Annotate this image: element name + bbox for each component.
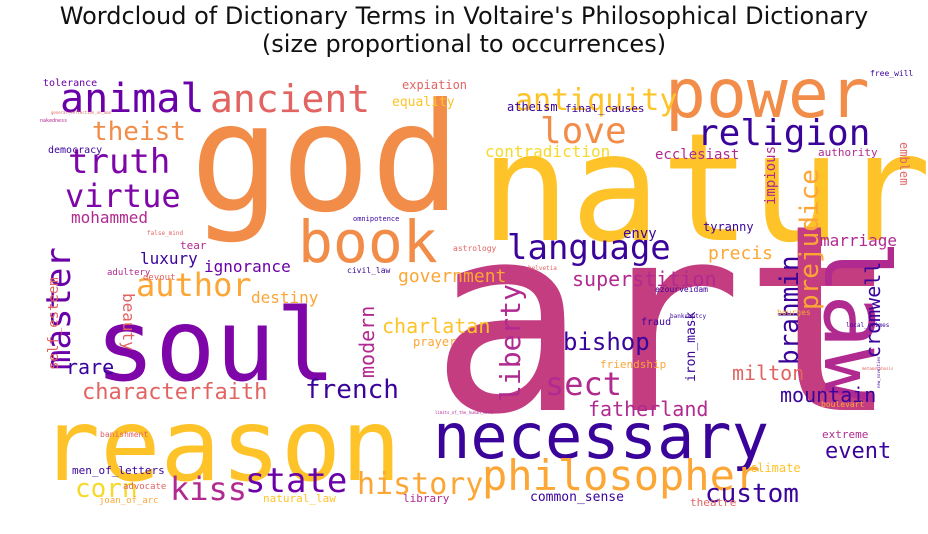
word-prayer: prayer — [413, 335, 456, 349]
word-climate: climate — [750, 461, 801, 475]
word-ignorance: ignorance — [204, 257, 291, 276]
word-men-of-letters: men_of_letters — [72, 464, 165, 477]
word-ancient: ancient — [210, 77, 370, 121]
word-theist: theist — [92, 117, 186, 147]
word-event: event — [825, 439, 891, 464]
word-milton: milton — [732, 361, 804, 385]
word-democracy: democracy — [48, 145, 102, 156]
word-authority: authority — [818, 146, 878, 159]
word-government: government — [398, 266, 506, 287]
word-equality: equality — [392, 95, 455, 110]
word-fatherland: fatherland — [588, 397, 708, 421]
word-tear: tear — [180, 239, 207, 252]
word-impious: impious — [763, 146, 779, 205]
word-characterfaith: characterfaith — [82, 380, 267, 405]
word-new-novelties: new_novelties — [876, 356, 881, 388]
word-natural-law: natural_law — [263, 492, 336, 505]
word-beauty: beauty — [119, 293, 138, 351]
word-cromwell: cromwell — [861, 262, 885, 358]
word-atheism: atheism — [507, 100, 558, 114]
word-modern: modern — [355, 306, 379, 378]
word-bourges: bourges — [777, 308, 811, 317]
word-self-esteem: self_esteem — [46, 277, 62, 370]
word-precis: precis — [708, 243, 773, 264]
wordcloud: godnatureartsoulreasonlawnecessarypowerb… — [39, 55, 928, 509]
word-destiny: destiny — [251, 288, 319, 307]
word-omnipotence: omnipotence — [353, 215, 399, 223]
word-metamorphosis: metamorphosis — [862, 366, 894, 371]
word-advocate: advocate — [123, 482, 166, 492]
word-nakedness: nakedness — [40, 118, 67, 124]
word-extreme: extreme — [822, 428, 868, 441]
word-marriage: marriage — [820, 231, 897, 250]
word-final-causes: final_causes — [565, 102, 644, 115]
word-library: library — [403, 492, 450, 505]
word-iron-mask: iron_mask — [684, 311, 699, 382]
word-joan-of-arc: joan_of_arc — [99, 496, 159, 506]
word-contradiction: contradiction — [485, 142, 610, 161]
word-bishop: bishop — [563, 328, 650, 356]
word-tyranny: tyranny — [703, 220, 754, 234]
word-rare: rare — [66, 355, 114, 379]
word-fraud: fraud — [641, 317, 671, 328]
word-false-mind: false_mind — [147, 230, 184, 237]
word-friendship: friendship — [600, 358, 666, 371]
word-helvetia: helvetia — [528, 265, 557, 272]
word-emblem: emblem — [897, 142, 911, 185]
word-common-sense: common_sense — [530, 490, 624, 505]
word-banishment: banishment — [100, 430, 148, 439]
word-bankruptcy: bankruptcy — [670, 313, 707, 320]
word-expiation: expiation — [402, 78, 467, 92]
word-devout: devout — [143, 273, 176, 283]
word-free-will: free_will — [870, 69, 914, 78]
word-civil-law: civil_law — [347, 266, 391, 275]
word-mohammed: mohammed — [71, 208, 148, 227]
word-envy: envy — [623, 226, 657, 242]
word-boulevart: boulevart — [821, 400, 865, 409]
word-ezourveidam: ezourveidam — [655, 285, 708, 294]
word-limits-of-the-human-mind: limits_of_the_human_mind — [435, 410, 493, 415]
word-astrology: astrology — [453, 244, 497, 253]
word-theatre: theatre — [690, 496, 736, 509]
word-tolerance: tolerance — [43, 78, 97, 89]
word-general-reflection-on-man: general_reflection_on_man — [51, 110, 112, 115]
word-ecclesiast: ecclesiast — [655, 147, 739, 163]
word-french: french — [305, 375, 399, 405]
word-kiss: kiss — [170, 470, 247, 508]
word-liberty: liberty — [494, 284, 527, 402]
word-local-crimes: local_crimes — [846, 322, 890, 329]
